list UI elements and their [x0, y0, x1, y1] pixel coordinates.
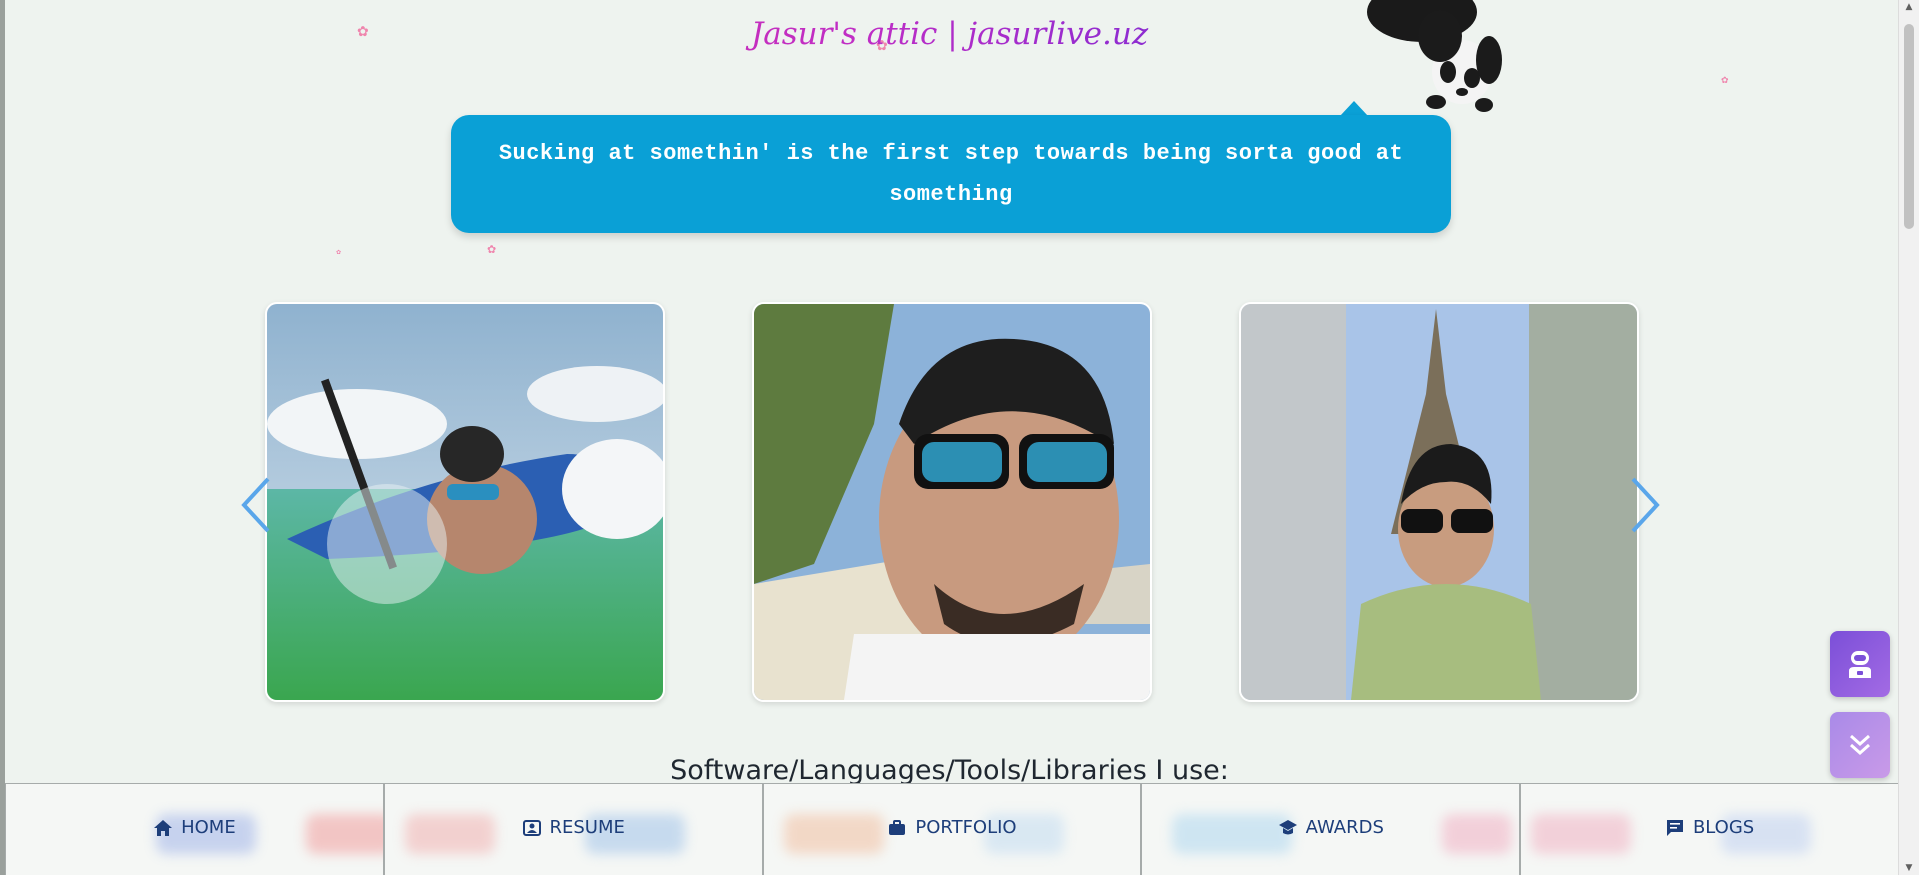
message-icon: [1666, 819, 1683, 836]
nav-label-resume: RESUME: [549, 817, 625, 838]
section-heading-tools: Software/Languages/Tools/Libraries I use…: [670, 755, 1229, 786]
chevron-right-icon[interactable]: [1625, 475, 1665, 535]
graduation-cap-icon: [1278, 819, 1297, 834]
nav-item-blogs[interactable]: BLOGS: [1520, 783, 1899, 875]
nav-label-awards: AWARDS: [1305, 817, 1384, 838]
petal-decoration: ✿: [1721, 76, 1729, 86]
window-left-border: [0, 0, 5, 875]
scroll-down-arrow-icon[interactable]: ▼: [1899, 861, 1919, 875]
nav-label-portfolio: PORTFOLIO: [915, 817, 1017, 838]
carousel-photo-eiffel-selfie[interactable]: [1239, 302, 1639, 702]
scroll-down-button[interactable]: [1830, 712, 1890, 778]
site-title[interactable]: Jasur's attic | jasurlive.uz: [0, 16, 1899, 52]
nav-item-resume[interactable]: RESUME: [383, 783, 763, 875]
resume-icon: [522, 819, 541, 836]
nav-label-home: HOME: [181, 817, 236, 838]
assistant-button[interactable]: [1830, 631, 1890, 697]
robot-icon: [1849, 651, 1871, 678]
chevron-left-icon[interactable]: [236, 475, 276, 535]
nav-label-blogs: BLOGS: [1692, 817, 1755, 838]
petal-decoration: ✿: [336, 249, 342, 256]
carousel-photo-paddleboard[interactable]: [265, 302, 665, 702]
nav-item-home[interactable]: HOME: [5, 783, 384, 875]
quote-bubble-pointer: [1340, 101, 1368, 116]
nav-item-awards[interactable]: AWARDS: [1141, 783, 1521, 875]
quote-text: Sucking at somethin' is the first step t…: [498, 141, 1404, 207]
double-chevron-down-icon: [1850, 734, 1870, 756]
page-scrollbar[interactable]: ▲ ▼: [1898, 0, 1919, 875]
panda-mascot-image: [1367, 0, 1502, 112]
home-icon: [154, 819, 173, 836]
nav-item-portfolio[interactable]: PORTFOLIO: [762, 783, 1142, 875]
carousel-photo-beach-selfie[interactable]: [752, 302, 1152, 702]
scroll-up-arrow-icon[interactable]: ▲: [1899, 0, 1919, 14]
briefcase-icon: [889, 819, 906, 835]
quote-bubble: Sucking at somethin' is the first step t…: [451, 115, 1451, 233]
bottom-navigation: HOME RESUME PORTFOLIO AWARDS BLOGS: [5, 783, 1899, 875]
petal-decoration: ✿: [487, 243, 497, 256]
scrollbar-thumb[interactable]: [1904, 24, 1914, 229]
